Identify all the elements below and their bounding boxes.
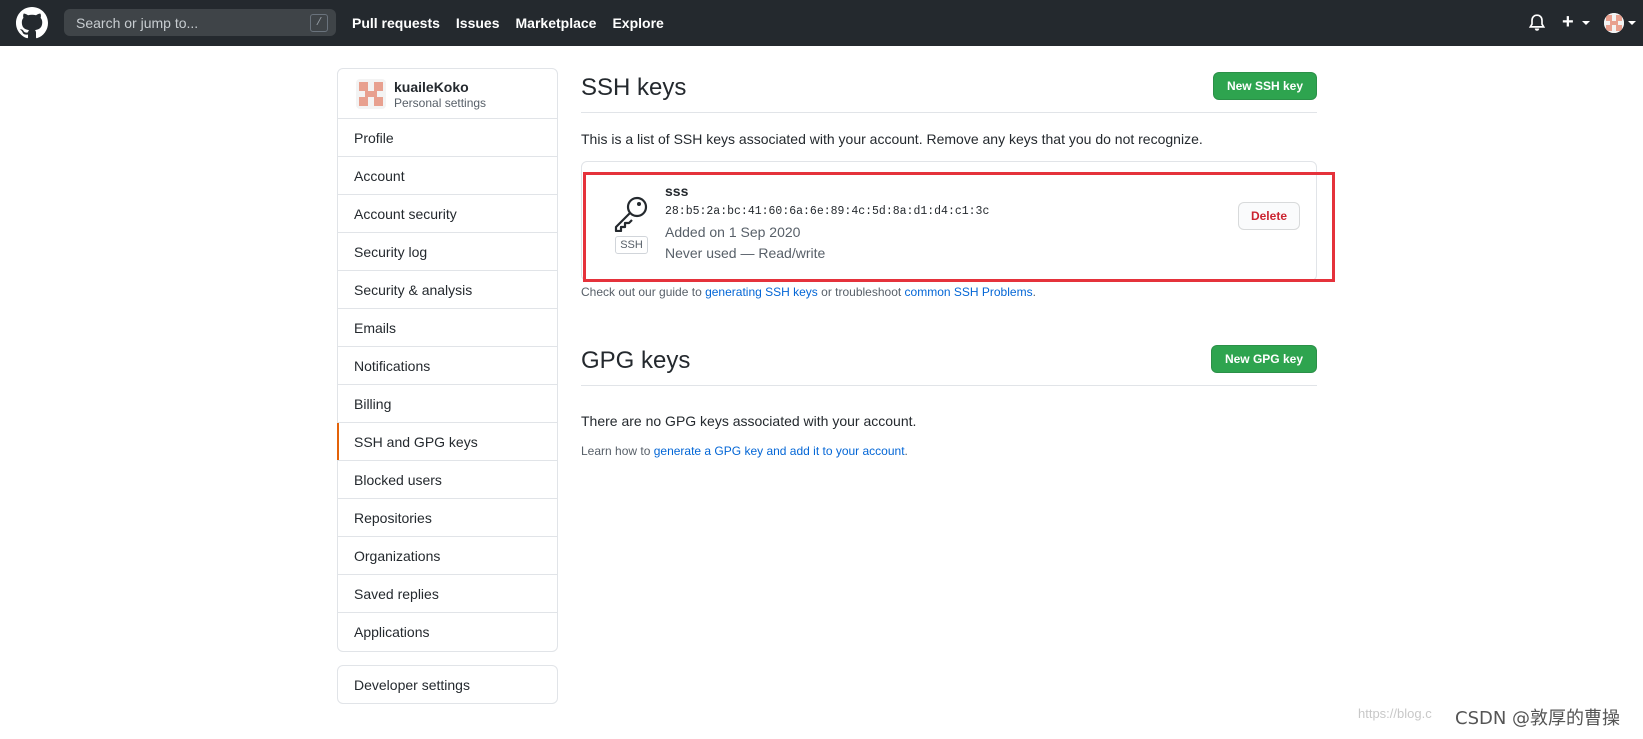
settings-sidebar: kuaileKoko Personal settings Profile Acc… xyxy=(337,68,558,652)
sidebar-item-security-analysis[interactable]: Security & analysis xyxy=(338,271,557,309)
sidebar-subtitle: Personal settings xyxy=(394,96,487,110)
sidebar-item-profile[interactable]: Profile xyxy=(338,119,557,157)
nav-marketplace[interactable]: Marketplace xyxy=(516,15,597,31)
watermark-text: CSDN @敦厚的曹操 xyxy=(1455,708,1621,729)
nav-issues[interactable]: Issues xyxy=(456,15,500,31)
sidebar-username[interactable]: kuaileKoko xyxy=(394,79,469,95)
ssh-keys-title: SSH keys xyxy=(581,74,687,101)
search-box[interactable]: / xyxy=(64,9,336,36)
learn-suffix-text: . xyxy=(904,444,908,458)
chevron-down-icon xyxy=(1582,21,1590,25)
ssh-section-header: SSH keys New SSH key xyxy=(581,68,1317,113)
notification-bell-icon[interactable] xyxy=(1528,13,1546,33)
sidebar-item-account-security[interactable]: Account security xyxy=(338,195,557,233)
ssh-description: This is a list of SSH keys associated wi… xyxy=(581,131,1203,147)
guide-middle-text: or troubleshoot xyxy=(817,285,905,299)
top-header: / Pull requests Issues Marketplace Explo… xyxy=(0,0,1643,46)
highlight-box xyxy=(583,172,1335,282)
plus-icon: + xyxy=(1562,11,1574,33)
sidebar-item-emails[interactable]: Emails xyxy=(338,309,557,347)
nav-pull-requests[interactable]: Pull requests xyxy=(352,15,440,31)
generate-gpg-key-link[interactable]: generate a GPG key and add it to your ac… xyxy=(654,444,905,458)
learn-prefix-text: Learn how to xyxy=(581,444,654,458)
sidebar-item-saved-replies[interactable]: Saved replies xyxy=(338,575,557,613)
search-shortcut-hint: / xyxy=(310,14,328,32)
guide-prefix-text: Check out our guide to xyxy=(581,285,706,299)
gpg-learn-note: Learn how to generate a GPG key and add … xyxy=(581,444,908,458)
sidebar-item-account[interactable]: Account xyxy=(338,157,557,195)
guide-suffix-text: . xyxy=(1032,285,1036,299)
gpg-empty-message: There are no GPG keys associated with yo… xyxy=(581,413,917,429)
avatar[interactable] xyxy=(356,79,386,109)
main-content: SSH keys New SSH key This is a list of S… xyxy=(581,68,1335,458)
gpg-section-header: GPG keys New GPG key xyxy=(581,341,1317,386)
github-logo-icon[interactable] xyxy=(16,7,48,39)
search-input[interactable] xyxy=(76,14,296,31)
sidebar-item-applications[interactable]: Applications xyxy=(338,613,557,651)
new-ssh-key-button[interactable]: New SSH key xyxy=(1212,72,1317,100)
gpg-keys-title: GPG keys xyxy=(581,347,691,374)
sidebar-item-billing[interactable]: Billing xyxy=(338,385,557,423)
sidebar-item-developer-settings[interactable]: Developer settings xyxy=(337,665,558,704)
sidebar-user-header: kuaileKoko Personal settings xyxy=(338,69,557,119)
sidebar-item-repositories[interactable]: Repositories xyxy=(338,499,557,537)
sidebar-item-blocked-users[interactable]: Blocked users xyxy=(338,461,557,499)
sidebar-item-ssh-gpg-keys[interactable]: SSH and GPG keys xyxy=(337,423,557,461)
watermark-url: https://blog.c xyxy=(1358,706,1432,721)
common-ssh-problems-link[interactable]: common SSH Problems xyxy=(905,285,1033,299)
ssh-guide-note: Check out our guide to generating SSH ke… xyxy=(581,285,1036,299)
sidebar-item-security-log[interactable]: Security log xyxy=(338,233,557,271)
avatar xyxy=(1604,13,1624,33)
sidebar-item-organizations[interactable]: Organizations xyxy=(338,537,557,575)
generating-ssh-keys-link[interactable]: generating SSH keys xyxy=(705,285,818,299)
nav-explore[interactable]: Explore xyxy=(612,15,663,31)
sidebar-item-notifications[interactable]: Notifications xyxy=(338,347,557,385)
chevron-down-icon xyxy=(1628,21,1636,25)
new-gpg-key-button[interactable]: New GPG key xyxy=(1210,345,1317,373)
header-nav: Pull requests Issues Marketplace Explore xyxy=(352,0,664,46)
